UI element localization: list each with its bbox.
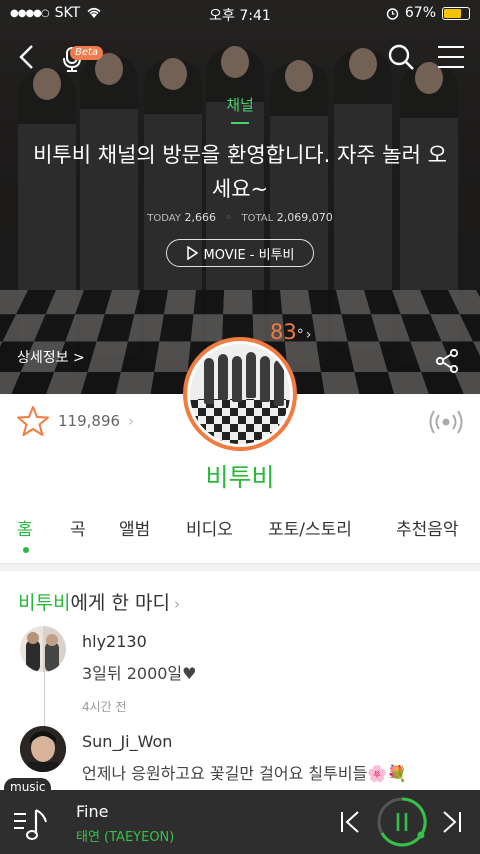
pause-button-icon[interactable]	[376, 796, 428, 848]
tab-songs[interactable]: 곡	[70, 515, 86, 540]
playlist-icon[interactable]	[12, 804, 52, 844]
music-tag: music	[4, 778, 52, 796]
tab-videos[interactable]: 비디오	[186, 515, 233, 540]
degree-value: 83	[270, 320, 297, 344]
hamburger-menu-icon[interactable]	[438, 46, 464, 68]
comment-username[interactable]: hly2130	[82, 632, 147, 651]
avatar-photo	[26, 632, 59, 672]
total-value: 2,069,070	[276, 211, 333, 224]
artist-name: 비투비	[205, 463, 275, 492]
movie-button-label: MOVIE - 비투비	[203, 247, 295, 263]
today-label: TODAY	[147, 213, 181, 224]
next-track-icon[interactable]	[440, 808, 464, 836]
comment-username[interactable]: Sun_Ji_Won	[82, 732, 172, 751]
comment-avatar[interactable]	[20, 626, 66, 672]
battery-icon	[442, 6, 470, 20]
search-icon[interactable]	[386, 42, 416, 72]
avatar-photo	[20, 726, 66, 772]
movie-button[interactable]: MOVIE - 비투비	[166, 239, 314, 267]
now-playing-artist: 태연 (TAEYEON)	[76, 830, 175, 845]
now-playing-title: Fine	[76, 802, 109, 821]
artist-group-photo	[190, 344, 290, 444]
artist-avatar[interactable]	[183, 337, 297, 451]
comment-text: 언제나 응원하고요 꽃길만 걸어요 칠투비들🌸💐	[82, 764, 408, 783]
chevron-right-icon: ›	[128, 412, 135, 430]
alarm-icon	[386, 7, 399, 20]
play-outline-icon	[186, 246, 198, 260]
active-tab-indicator	[23, 547, 29, 553]
battery-percent: 67%	[404, 5, 436, 21]
tab-recommended-music[interactable]: 추천음악	[396, 515, 459, 540]
previous-track-icon[interactable]	[338, 808, 362, 836]
share-icon[interactable]	[434, 348, 460, 374]
chevron-right-icon: ›	[305, 327, 312, 343]
channel-label-underline	[231, 122, 249, 124]
comment-avatar[interactable]	[20, 726, 66, 772]
comments-title-rest: 에게 한 마디	[70, 592, 170, 614]
star-icon	[17, 406, 49, 436]
comments-section-title[interactable]: 비투비에게 한 마디 ›	[18, 588, 180, 615]
degree-unit: °	[296, 327, 304, 343]
channel-degree[interactable]: 83° ›	[270, 320, 311, 344]
comment-timeline-line	[44, 670, 45, 730]
today-value: 2,666	[184, 211, 216, 224]
visitor-stats: TODAY 2,666 ◦ TOTAL 2,069,070	[147, 211, 333, 224]
tab-home[interactable]: 홈	[17, 515, 33, 540]
total-label: TOTAL	[241, 213, 274, 224]
tab-albums[interactable]: 앨범	[119, 515, 150, 540]
back-icon[interactable]	[16, 44, 38, 70]
fan-count: 119,896	[58, 412, 121, 430]
channel-welcome-title: 비투비 채널의 방문을 환영합니다. 자주 놀러 오세요~	[33, 143, 447, 201]
comments-title-artist: 비투비	[18, 592, 71, 614]
channel-tabs: 홈 곡 앨범 비디오 포토/스토리 추천음악	[0, 515, 480, 555]
fan-like-button[interactable]: 119,896 ›	[16, 405, 134, 437]
chevron-right-icon: ›	[173, 595, 180, 613]
radio-broadcast-icon[interactable]	[428, 406, 464, 438]
top-navbar: Beta	[0, 40, 480, 76]
mini-player[interactable]: music Fine 태연 (TAEYEON)	[0, 778, 480, 854]
comment-time: 4시간 전	[82, 700, 127, 714]
beta-badge: Beta	[70, 46, 104, 60]
app-root: ●●●●○ SKT 오후 7:41 67% Beta 채널 비투비 채널의 방문…	[0, 0, 480, 854]
section-divider	[0, 563, 480, 571]
channel-hero: ●●●●○ SKT 오후 7:41 67% Beta 채널 비투비 채널의 방문…	[0, 0, 480, 394]
tab-photo-story[interactable]: 포토/스토리	[268, 515, 352, 540]
detail-info-link[interactable]: 상세정보 >	[17, 347, 85, 367]
channel-label: 채널	[226, 96, 254, 114]
comment-text: 3일뒤 2000일♥	[82, 664, 197, 683]
status-bar: ●●●●○ SKT 오후 7:41 67%	[0, 0, 480, 26]
